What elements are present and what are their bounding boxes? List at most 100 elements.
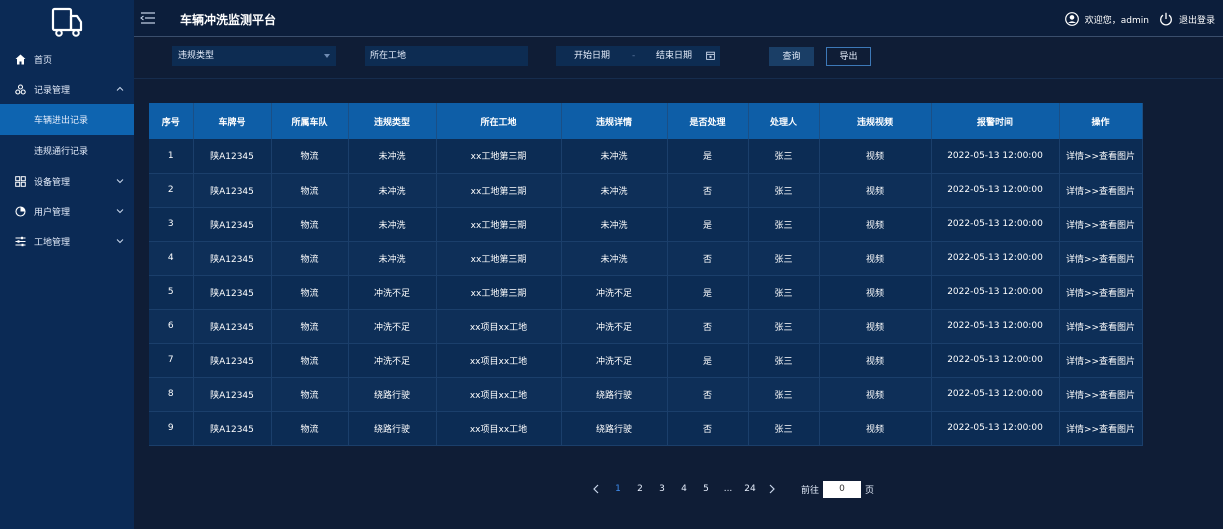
- video-link[interactable]: 视频: [819, 377, 932, 412]
- table-cell: 未冲洗: [348, 139, 437, 174]
- table-cell: xx工地第三期: [436, 139, 562, 174]
- table-cell: 否: [667, 377, 749, 412]
- table-cell: 张三: [748, 411, 820, 446]
- table-cell: 2022-05-13 12:00:00: [931, 309, 1060, 344]
- sidebar-subitem-violation-records[interactable]: 违规通行记录: [0, 135, 134, 166]
- table-cell: 未冲洗: [561, 139, 668, 174]
- page-number[interactable]: 1: [607, 484, 629, 494]
- row-action-link[interactable]: 详情>>查看图片: [1059, 207, 1143, 242]
- row-action-link[interactable]: 详情>>查看图片: [1059, 411, 1143, 446]
- table-cell: 否: [667, 411, 749, 446]
- table-cell: 冲洗不足: [348, 275, 437, 310]
- video-link[interactable]: 视频: [819, 241, 932, 276]
- table-row: 3 陕A12345 物流 未冲洗 xx工地第三期 未冲洗是张三 视频 2022-05-13 1…: [149, 207, 1143, 242]
- violation-type-select[interactable]: 违规类型: [172, 46, 336, 66]
- page-number[interactable]: 5: [695, 484, 717, 494]
- column-header: 操作: [1059, 103, 1143, 139]
- row-action-link[interactable]: 详情>>查看图片: [1059, 139, 1143, 174]
- logout-button[interactable]: 退出登录: [1159, 12, 1215, 26]
- video-link[interactable]: 视频: [819, 275, 932, 310]
- video-link[interactable]: 视频: [819, 173, 932, 208]
- table-cell: 是: [667, 275, 749, 310]
- table-cell: 2022-05-13 12:00:00: [931, 241, 1060, 276]
- table-row: 4 陕A12345 物流 未冲洗 xx工地第三期 未冲洗否张三 视频 2022-05-13 1…: [149, 241, 1143, 276]
- table-cell: 2: [149, 173, 194, 208]
- table-cell: 张三: [748, 343, 820, 378]
- site-input[interactable]: 所在工地: [365, 46, 528, 66]
- table-row: 2 陕A12345 物流 未冲洗 xx工地第三期 未冲洗否张三 视频 2022-05-13 1…: [149, 173, 1143, 208]
- video-link[interactable]: 视频: [819, 139, 932, 174]
- table-row: 8 陕A12345 物流 绕路行驶 xx项目xx工地 绕路行驶否张三 视频 2022-05-1…: [149, 377, 1143, 412]
- table-cell: 9: [149, 411, 194, 446]
- table-cell: xx工地第三期: [436, 207, 562, 242]
- column-header: 处理人: [748, 103, 820, 139]
- table-cell: 3: [149, 207, 194, 242]
- video-link[interactable]: 视频: [819, 343, 932, 378]
- page-number[interactable]: 3: [651, 484, 673, 494]
- table-cell: 8: [149, 377, 194, 412]
- page-number[interactable]: 4: [673, 484, 695, 494]
- goto-label: 前往: [801, 485, 820, 496]
- table-cell: 陕A12345: [193, 207, 272, 242]
- calendar-icon: [706, 51, 715, 60]
- user-info[interactable]: 欢迎您，admin: [1064, 12, 1149, 26]
- table-cell: 物流: [271, 343, 349, 378]
- table-row: 7 陕A12345 物流 冲洗不足 xx项目xx工地 冲洗不足是张三 视频 2022-05-1…: [149, 343, 1143, 378]
- table-cell: 未冲洗: [348, 241, 437, 276]
- table-cell: 陕A12345: [193, 241, 272, 276]
- chevron-up-icon: [116, 86, 124, 91]
- menu-toggle-icon[interactable]: [140, 11, 156, 25]
- table-cell: 2022-05-13 12:00:00: [931, 207, 1060, 242]
- table-cell: xx项目xx工地: [436, 343, 562, 378]
- row-action-link[interactable]: 详情>>查看图片: [1059, 275, 1143, 310]
- table-cell: 未冲洗: [348, 173, 437, 208]
- sidebar-subitem-vehicle-records[interactable]: 车辆进出记录: [0, 104, 134, 135]
- next-page-icon[interactable]: [767, 484, 777, 494]
- chevron-down-icon: [116, 209, 124, 214]
- row-action-link[interactable]: 详情>>查看图片: [1059, 241, 1143, 276]
- video-link[interactable]: 视频: [819, 309, 932, 344]
- sidebar-item-users[interactable]: 用户管理: [0, 196, 134, 226]
- truck-icon: [51, 7, 83, 37]
- date-range-picker[interactable]: 开始日期 - 结束日期: [556, 46, 720, 66]
- table-cell: 张三: [748, 241, 820, 276]
- table-cell: 物流: [271, 377, 349, 412]
- sidebar-item-devices[interactable]: 设备管理: [0, 166, 134, 196]
- page-title: 车辆冲洗监测平台: [180, 13, 277, 27]
- table-cell: 是: [667, 139, 749, 174]
- sidebar-item-records[interactable]: 记录管理: [0, 74, 134, 104]
- row-action-link[interactable]: 详情>>查看图片: [1059, 309, 1143, 344]
- table-cell: 未冲洗: [561, 173, 668, 208]
- table-cell: 张三: [748, 139, 820, 174]
- row-action-link[interactable]: 详情>>查看图片: [1059, 173, 1143, 208]
- table-cell: 2022-05-13 12:00:00: [931, 139, 1060, 174]
- sidebar-item-sites[interactable]: 工地管理: [0, 226, 134, 256]
- end-date-placeholder: 结束日期: [656, 51, 693, 61]
- table-cell: 张三: [748, 275, 820, 310]
- video-link[interactable]: 视频: [819, 411, 932, 446]
- query-button[interactable]: 查询: [769, 47, 814, 66]
- sidebar-item-home[interactable]: 首页: [0, 44, 134, 74]
- table-cell: 是: [667, 343, 749, 378]
- page-number[interactable]: 2: [629, 484, 651, 494]
- grid-icon: [14, 175, 26, 187]
- table-cell: 是: [667, 207, 749, 242]
- export-button[interactable]: 导出: [826, 47, 871, 66]
- table-cell: xx项目xx工地: [436, 309, 562, 344]
- table-cell: 绕路行驶: [561, 377, 668, 412]
- column-header: 车牌号: [193, 103, 272, 139]
- row-action-link[interactable]: 详情>>查看图片: [1059, 343, 1143, 378]
- sidebar: 首页 记录管理 车辆进出记录 违规通行记录 设备管理 用户管理 工地管理: [0, 0, 134, 529]
- page-number[interactable]: 24: [739, 484, 761, 494]
- table-cell: 绕路行驶: [348, 411, 437, 446]
- filter-bar: 违规类型 所在工地 开始日期 - 结束日期 查询 导出: [134, 37, 1223, 79]
- sidebar-item-label: 首页: [34, 55, 53, 66]
- goto-page-input[interactable]: [823, 480, 862, 498]
- table-cell: 否: [667, 309, 749, 344]
- table-row: 5 陕A12345 物流 冲洗不足 xx工地第三期 冲洗不足是张三 视频 2022-05-13…: [149, 275, 1143, 310]
- video-link[interactable]: 视频: [819, 207, 932, 242]
- welcome-text: 欢迎您，admin: [1084, 15, 1149, 26]
- prev-page-icon[interactable]: [591, 484, 601, 494]
- row-action-link[interactable]: 详情>>查看图片: [1059, 377, 1143, 412]
- column-header: 序号: [149, 103, 194, 139]
